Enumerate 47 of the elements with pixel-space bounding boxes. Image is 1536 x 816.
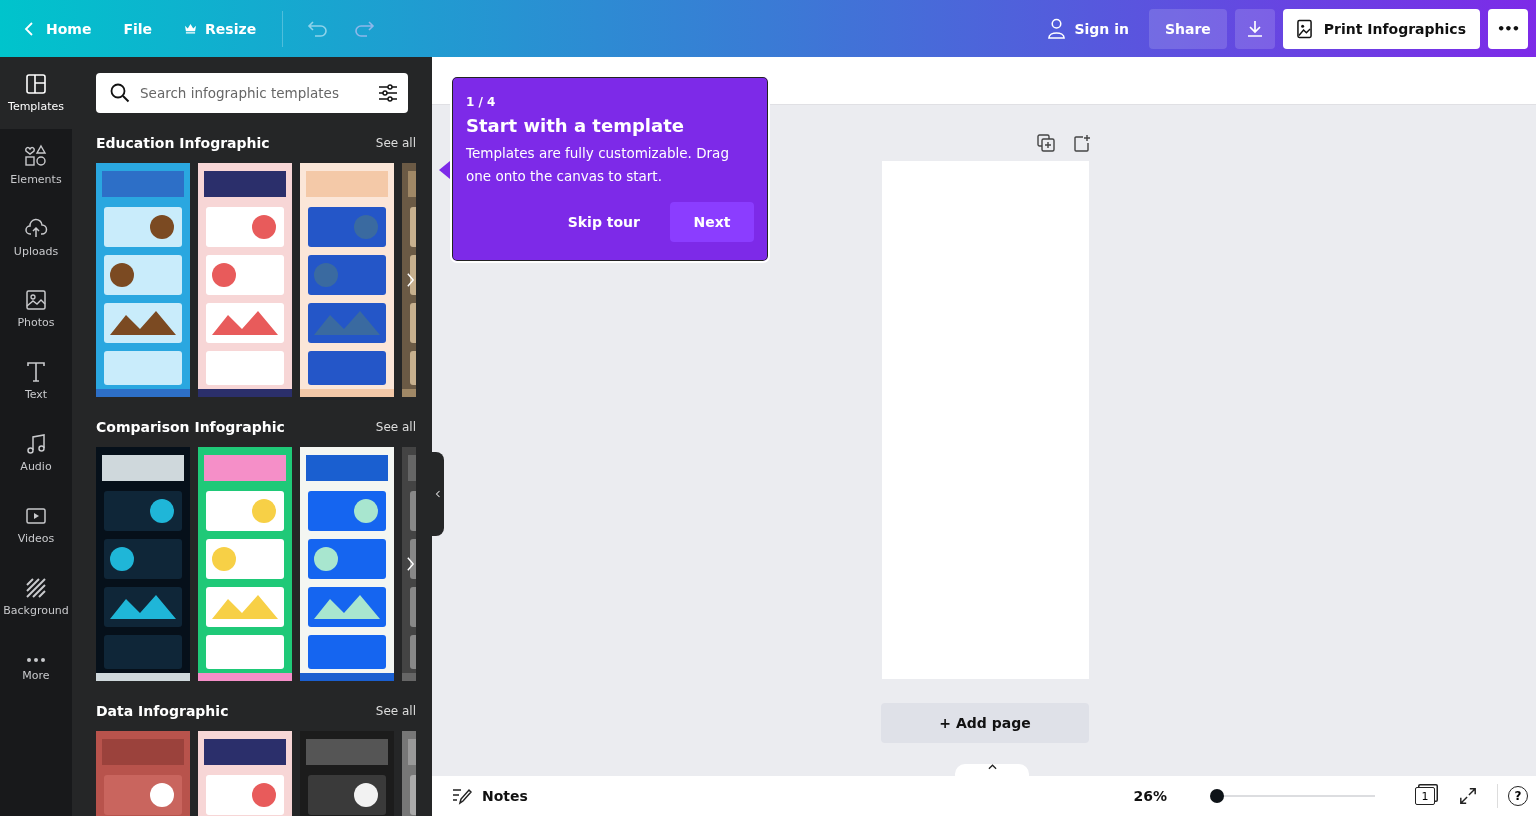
next-button[interactable]: Next: [670, 202, 754, 242]
shapes-icon: [24, 144, 48, 168]
image-icon: [25, 289, 47, 311]
collapse-handle[interactable]: [432, 452, 444, 536]
tour-text: Templates are fully customizable. Drag one onto the canvas to start.: [466, 144, 730, 186]
cloud-upload-icon: [24, 216, 48, 240]
see-all-link[interactable]: See all: [375, 136, 416, 150]
sidebar-item[interactable]: Templates: [0, 57, 72, 129]
section-title: Data Infographic: [96, 703, 229, 719]
chevron-left-icon: [435, 490, 441, 498]
sign-in-button[interactable]: Sign in: [1035, 8, 1141, 49]
notes-icon: [452, 787, 472, 805]
more-icon: [25, 656, 47, 664]
user-icon: [1047, 18, 1067, 39]
add-page-icon[interactable]: [1073, 134, 1091, 152]
download-button[interactable]: [1234, 8, 1275, 49]
document-icon: [1296, 18, 1312, 39]
help-button[interactable]: ?: [1508, 786, 1528, 806]
print-button[interactable]: Print Infographics: [1282, 8, 1480, 49]
step-counter: 1 / 4: [466, 95, 497, 109]
music-note-icon: [25, 433, 47, 455]
skip-tour-button[interactable]: Skip tour: [549, 202, 658, 242]
layout-icon: [25, 73, 47, 95]
notes-button[interactable]: Notes: [446, 786, 534, 806]
search-field[interactable]: Search infographic templates: [96, 73, 408, 113]
duplicate-page-icon[interactable]: [1037, 134, 1055, 152]
chevron-up-icon: [987, 764, 997, 770]
share-button[interactable]: Share: [1148, 8, 1227, 49]
expand-pages-handle[interactable]: [955, 764, 1029, 776]
add-page-button[interactable]: + Add page: [881, 703, 1089, 743]
section-title: Education Infographic: [96, 135, 270, 151]
page-count-button[interactable]: 1: [1415, 787, 1435, 805]
chevron-right-icon: [405, 556, 415, 572]
zoom-slider[interactable]: [1211, 789, 1375, 803]
text-icon: [25, 361, 47, 383]
crown-icon: [184, 23, 198, 34]
video-icon: [25, 505, 47, 527]
stripes-icon: [25, 577, 47, 599]
chevron-right-icon: [405, 272, 415, 288]
filter-icon[interactable]: [378, 84, 398, 102]
see-all-link[interactable]: See all: [375, 420, 416, 434]
more-button[interactable]: •••: [1488, 8, 1528, 49]
zoom-value: 26%: [1133, 788, 1167, 804]
see-all-link[interactable]: See all: [375, 704, 416, 718]
fullscreen-icon[interactable]: [1459, 787, 1477, 805]
section-title: Comparison Infographic: [96, 419, 285, 435]
tour-title: Start with a template: [466, 115, 685, 136]
